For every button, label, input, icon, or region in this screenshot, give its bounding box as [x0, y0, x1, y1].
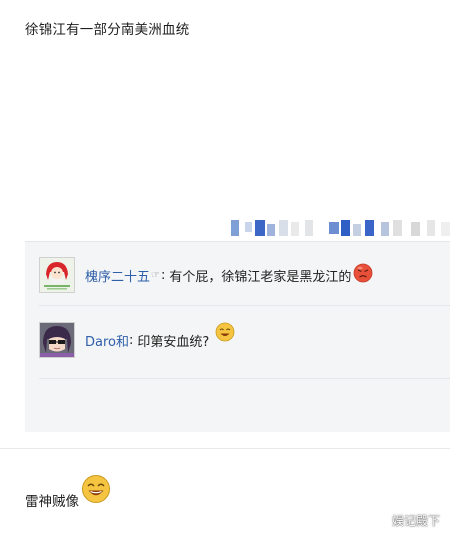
comment-item: Daro和 : 印第安血统?: [39, 322, 450, 358]
comment-item: 槐序二十五 ☞ : 有个屁，徐锦江老家是黑龙江的: [39, 257, 450, 293]
grin-face-emoji-icon: [215, 322, 235, 346]
post-text: 徐锦江有一部分南美洲血统: [25, 22, 190, 38]
colon-separator: :: [129, 332, 134, 348]
comment-username[interactable]: 槐序二十五: [85, 266, 150, 285]
comment-body: 槐序二十五 ☞ : 有个屁，徐锦江老家是黑龙江的: [85, 263, 373, 287]
pixelated-redacted-area: [231, 218, 450, 238]
avatar[interactable]: [39, 322, 75, 358]
comment-username[interactable]: Daro和: [85, 331, 129, 350]
comment-divider: [39, 305, 450, 306]
comment-text: 印第安血统?: [137, 334, 210, 350]
angry-face-emoji-icon: [353, 263, 373, 287]
watermark: 娱记殿下: [391, 514, 440, 528]
footer-text: 雷神贼像: [25, 494, 79, 510]
colon-separator: :: [160, 267, 166, 283]
pointing-hand-icon: ☞: [151, 269, 160, 281]
comment-body: Daro和 : 印第安血统?: [85, 322, 235, 352]
comment-thread: 槐序二十五 ☞ : 有个屁，徐锦江老家是黑龙江的 Daro和: 印第安血统?: [25, 241, 450, 432]
section-divider: [0, 448, 450, 449]
comment-divider: [39, 378, 450, 379]
anime-girl-avatar-icon: [40, 258, 74, 292]
comment-text: 有个屁，徐锦江老家是黑龙江的: [169, 269, 352, 285]
avatar[interactable]: [39, 257, 75, 293]
anime-boy-glasses-avatar-icon: [40, 323, 74, 357]
big-smile-emoji-icon: [81, 474, 111, 508]
